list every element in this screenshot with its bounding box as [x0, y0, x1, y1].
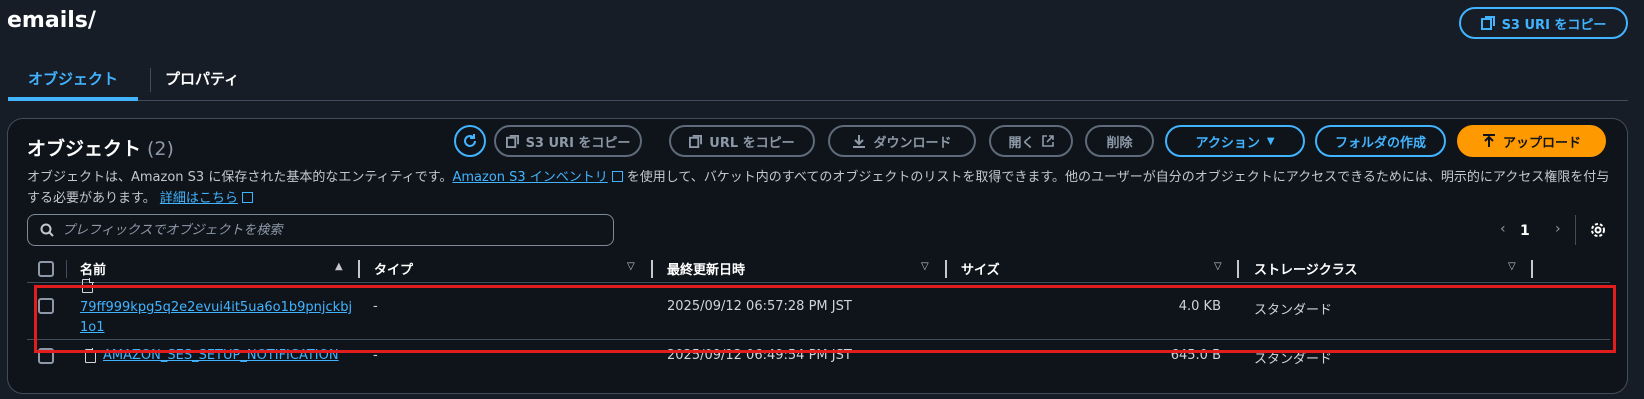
actions-label: アクション — [1195, 135, 1260, 151]
chevron-left-icon[interactable]: ‹ — [1500, 221, 1506, 237]
page-number[interactable]: 1 — [1520, 223, 1530, 239]
column-divider — [66, 260, 67, 278]
gear-icon[interactable] — [1590, 222, 1606, 238]
download-label: ダウンロード — [873, 135, 952, 151]
create-folder-label: フォルダの作成 — [1334, 135, 1426, 151]
create-folder-button[interactable]: フォルダの作成 — [1315, 125, 1446, 157]
tab-objects[interactable]: オブジェクト — [8, 68, 139, 101]
column-header-name[interactable]: 名前 — [80, 257, 106, 279]
upload-label: アップロード — [1502, 135, 1581, 151]
external-link-icon — [241, 192, 253, 203]
refresh-icon — [464, 134, 476, 147]
select-all-checkbox[interactable] — [38, 261, 54, 277]
search-input[interactable] — [62, 222, 602, 238]
object-count: (2) — [147, 138, 174, 160]
page-title: emails/ — [7, 8, 96, 33]
copy-s3-uri-label: S3 URI をコピー — [1501, 17, 1607, 33]
sort-icon[interactable]: ▽ — [627, 261, 635, 272]
copy-icon — [505, 134, 519, 148]
copy-icon — [1480, 16, 1495, 30]
tab-properties-label: プロパティ — [165, 70, 240, 88]
copy-s3-uri-button[interactable]: S3 URI をコピー — [494, 125, 642, 157]
actions-dropdown[interactable]: アクション ▼ — [1165, 125, 1305, 157]
download-icon — [853, 135, 866, 148]
copy-icon — [689, 134, 703, 148]
external-link-icon — [611, 171, 623, 182]
column-divider — [1531, 260, 1533, 278]
delete-label: 削除 — [1106, 135, 1133, 151]
sort-icon[interactable]: ▽ — [1508, 261, 1516, 272]
external-link-icon — [1041, 135, 1054, 147]
column-divider[interactable] — [358, 260, 360, 278]
column-divider[interactable] — [945, 260, 947, 278]
search-field[interactable] — [27, 214, 614, 246]
refresh-button[interactable] — [454, 125, 486, 157]
upload-icon — [1482, 134, 1495, 147]
copy-url-label: URL をコピー — [709, 135, 795, 151]
header-divider — [27, 282, 1610, 283]
chevron-right-icon[interactable]: › — [1555, 221, 1561, 237]
copy-url-button[interactable]: URL をコピー — [669, 125, 815, 157]
row-highlight-annotation — [34, 285, 1616, 353]
sort-icon[interactable]: ▽ — [921, 261, 929, 272]
upload-button[interactable]: アップロード — [1457, 125, 1606, 157]
tab-bar: オブジェクト プロパティ — [8, 60, 1628, 101]
caret-down-icon: ▼ — [1266, 135, 1275, 147]
description-text-1: オブジェクトは、Amazon S3 に保存された基本的なエンティティです。 — [27, 170, 453, 185]
open-label: 開く — [1008, 135, 1035, 151]
column-header-size[interactable]: サイズ — [961, 257, 1000, 279]
delete-button[interactable]: 削除 — [1085, 125, 1154, 157]
open-button[interactable]: 開く — [989, 125, 1073, 157]
panel-description: オブジェクトは、Amazon S3 に保存された基本的なエンティティです。Ama… — [27, 167, 1617, 209]
tab-properties[interactable]: プロパティ — [165, 68, 239, 101]
column-header-type[interactable]: タイプ — [374, 257, 413, 279]
copy-s3-uri-header-button[interactable]: S3 URI をコピー — [1459, 7, 1628, 39]
inventory-link[interactable]: Amazon S3 インベントリ — [452, 170, 607, 185]
copy-s3-uri-button-label: S3 URI をコピー — [525, 135, 631, 151]
learn-more-link[interactable]: 詳細はこちら — [160, 191, 238, 206]
column-divider[interactable] — [1237, 260, 1239, 278]
download-button[interactable]: ダウンロード — [828, 125, 976, 157]
tab-objects-label: オブジェクト — [28, 70, 119, 88]
column-header-modified[interactable]: 最終更新日時 — [667, 257, 745, 279]
tab-divider — [150, 68, 151, 92]
column-divider[interactable] — [651, 260, 653, 278]
search-icon — [40, 223, 54, 237]
pager-divider — [1575, 215, 1576, 245]
sort-ascending-icon[interactable]: ▲ — [335, 261, 343, 272]
sort-icon[interactable]: ▽ — [1214, 261, 1222, 272]
column-header-storage[interactable]: ストレージクラス — [1254, 257, 1357, 279]
panel-title: オブジェクト (2) — [27, 134, 174, 161]
panel-title-text: オブジェクト — [27, 138, 142, 160]
